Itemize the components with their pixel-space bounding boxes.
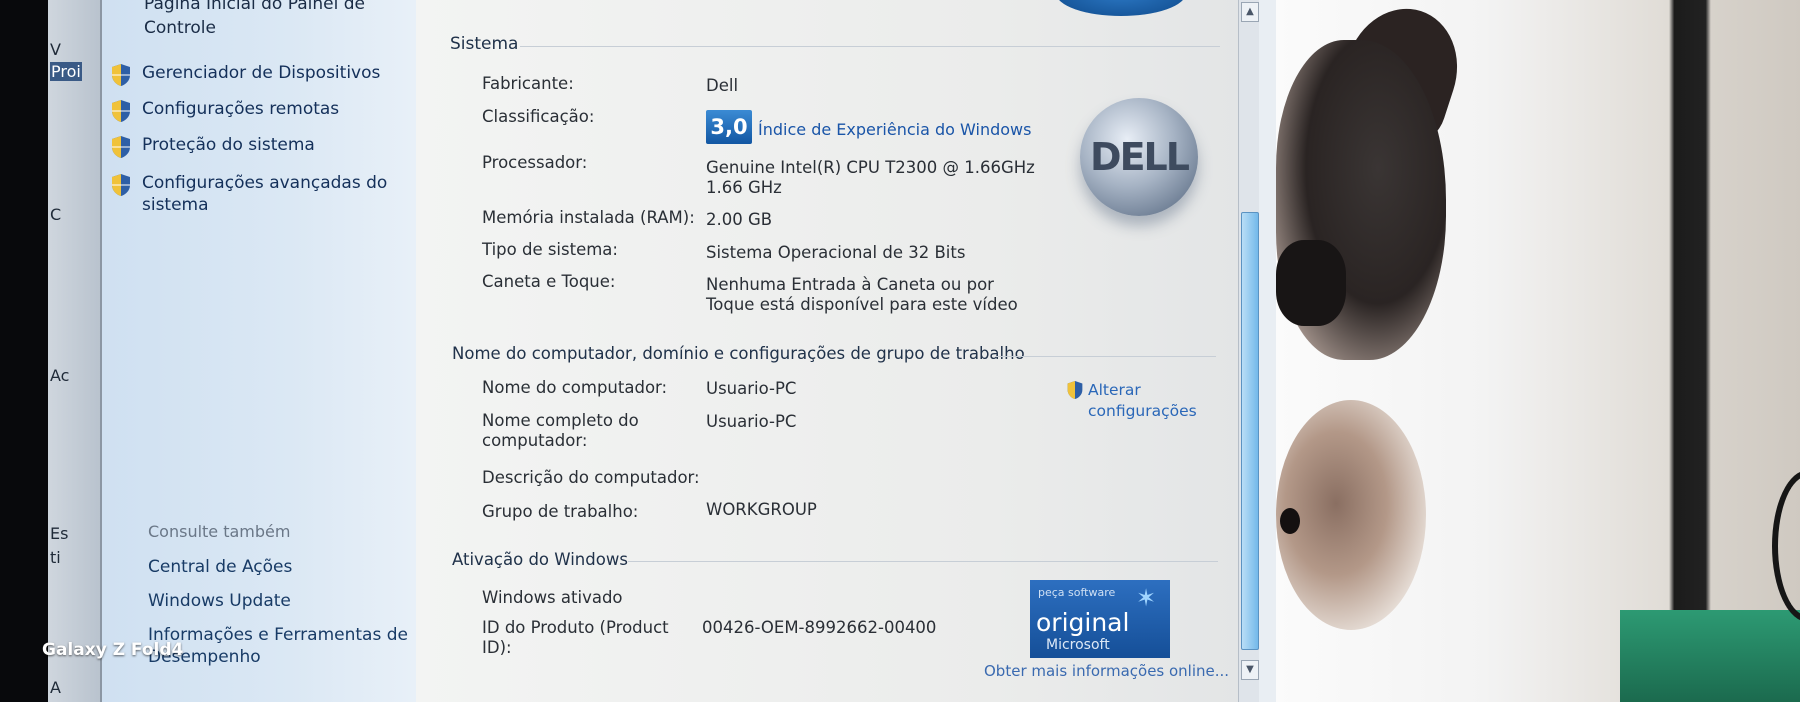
genuine-badge-line2: original	[1036, 608, 1130, 637]
monitor-bezel	[0, 0, 48, 702]
bg-fragment: A	[50, 678, 61, 697]
label-workgroup: Grupo de trabalho:	[482, 502, 639, 521]
value-workgroup: WORKGROUP	[706, 500, 817, 519]
see-also-performance-tools[interactable]: Informações e Ferramentas de Desempenho	[148, 624, 418, 668]
bg-fragment: ti	[50, 548, 61, 567]
label-ram: Memória instalada (RAM):	[482, 208, 695, 227]
value-processor: Genuine Intel(R) CPU T2300 @ 1.66GHz 1.6…	[706, 158, 1035, 197]
more-info-online-link[interactable]: Obter mais informações online...	[984, 662, 1229, 680]
label-manufacturer: Fabricante:	[482, 74, 574, 93]
genuine-badge-line3: Microsoft	[1046, 637, 1110, 653]
scroll-up-arrow-icon[interactable]: ▲	[1241, 2, 1259, 22]
dell-logo: DELL	[1080, 98, 1198, 216]
bg-fragment: Proi	[50, 62, 82, 81]
label-computer-name: Nome do computador:	[482, 378, 668, 397]
nav-item-label: Configurações avançadas do sistema	[142, 173, 388, 215]
windows-orb-fragment	[1056, 0, 1186, 16]
value-full-computer-name: Usuario-PC	[706, 412, 797, 431]
camera-watermark: Galaxy Z Fold4	[42, 640, 184, 660]
control-panel-home-link[interactable]: Página Inicial do Painel de Controle	[144, 0, 404, 40]
change-settings-link[interactable]: Alterar configurações	[1066, 380, 1198, 422]
nav-item-remote-settings[interactable]: Configurações remotas	[110, 98, 392, 123]
section-heading-system: Sistema	[450, 34, 519, 54]
wei-link[interactable]: Índice de Experiência do Windows	[758, 120, 1031, 139]
see-also-heading: Consulte também	[148, 522, 291, 541]
bg-fragment: V	[50, 40, 61, 59]
nav-item-label: Configurações remotas	[142, 99, 340, 119]
shield-icon	[112, 100, 130, 122]
nav-item-label: Gerenciador de Dispositivos	[142, 63, 381, 83]
left-nav-panel: Página Inicial do Painel de Controle Ger…	[102, 0, 416, 702]
see-also-windows-update[interactable]: Windows Update	[148, 590, 418, 612]
nav-item-label: Proteção do sistema	[142, 135, 315, 155]
star-icon: ✶	[1136, 584, 1157, 612]
second-dog-eye	[1280, 508, 1300, 534]
shield-icon	[112, 136, 130, 158]
value-ram: 2.00 GB	[706, 210, 773, 229]
genuine-microsoft-badge[interactable]: peça software ✶ original Microsoft	[1030, 580, 1170, 658]
shield-icon	[112, 64, 130, 86]
section-heading-computer: Nome do computador, domínio e configuraç…	[452, 344, 1025, 363]
section-divider	[628, 561, 1218, 562]
change-settings-label: Alterar configurações	[1088, 381, 1197, 420]
bg-fragment: Es	[50, 524, 69, 543]
section-divider	[996, 356, 1216, 357]
background-window: V Proi C Ac Es ti A	[48, 0, 100, 702]
label-system-type: Tipo de sistema:	[482, 240, 618, 259]
section-heading-activation: Ativação do Windows	[452, 550, 628, 569]
value-product-id: 00426-OEM-8992662-00400	[702, 618, 937, 637]
bg-fragment: Ac	[50, 366, 70, 385]
label-processor: Processador:	[482, 153, 588, 172]
activation-status: Windows ativado	[482, 588, 623, 607]
value-system-type: Sistema Operacional de 32 Bits	[706, 243, 966, 262]
label-full-computer-name: Nome completo do computador:	[482, 411, 639, 450]
nav-item-system-protection[interactable]: Proteção do sistema	[110, 134, 392, 159]
scroll-down-arrow-icon[interactable]: ▼	[1241, 660, 1259, 680]
see-also-action-center[interactable]: Central de Ações	[148, 556, 418, 578]
wei-score-badge[interactable]: 3,0	[706, 110, 752, 144]
vertical-scrollbar[interactable]: ▲ ▼	[1238, 0, 1259, 702]
label-rating: Classificação:	[482, 107, 595, 126]
green-object	[1620, 610, 1800, 702]
label-product-id: ID do Produto (Product ID):	[482, 618, 669, 657]
scroll-thumb[interactable]	[1241, 212, 1259, 650]
value-pen-touch: Nenhuma Entrada à Caneta ou por Toque es…	[706, 275, 1018, 314]
shield-icon	[112, 174, 130, 196]
value-manufacturer: Dell	[706, 76, 739, 95]
genuine-badge-line1: peça software	[1038, 586, 1116, 599]
shield-icon	[1067, 381, 1083, 399]
label-pen-touch: Caneta e Toque:	[482, 272, 616, 291]
dell-logo-text: DELL	[1090, 135, 1190, 179]
nav-item-advanced-settings[interactable]: Configurações avançadas do sistema	[110, 172, 392, 216]
dog-nose-shape	[1276, 240, 1346, 326]
bg-fragment: C	[50, 205, 62, 224]
nav-item-device-manager[interactable]: Gerenciador de Dispositivos	[110, 62, 392, 87]
section-divider	[520, 46, 1220, 47]
label-computer-description: Descrição do computador:	[482, 468, 700, 487]
value-computer-name: Usuario-PC	[706, 379, 797, 398]
system-properties-content: Sistema Fabricante: Dell Classificação: …	[416, 0, 1238, 702]
